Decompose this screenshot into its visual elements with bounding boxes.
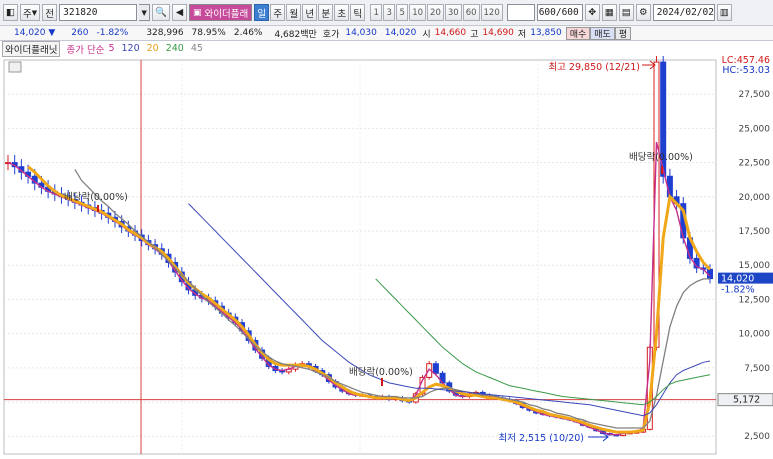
main-toolbar: ◧ 주 ▼ 전 321820 ▼ 🔍 ◀ ▣ 와이더플래 일주월년분초틱 1 3 5 10… — [0, 0, 773, 26]
speaker-icon[interactable]: ◀ — [171, 4, 187, 21]
tab-period-0[interactable]: 일 — [254, 4, 270, 21]
dividend-label-2: 배당락(0.00%) — [349, 366, 413, 378]
change-pct: -1.82% — [96, 28, 129, 38]
calendar-icon[interactable]: ▥ — [716, 4, 732, 21]
change-value: 260 — [71, 28, 89, 38]
low-annotation: 최저 2,515 (10/20) — [498, 433, 584, 444]
search-scope-button[interactable]: 전 — [42, 4, 58, 21]
bid-value: 14,020 — [384, 28, 417, 38]
down-arrow-icon: ▼ — [48, 28, 56, 38]
ma-period-240: 240 — [165, 43, 184, 54]
stock-code-input[interactable]: 321820 — [59, 4, 138, 21]
ma-period-45: 45 — [190, 43, 203, 54]
crosshair-icon[interactable]: ✥ — [584, 4, 600, 21]
chart-svg: 2,5005,0007,50010,00012,50015,00017,5002… — [3, 51, 773, 455]
tab-minute-10[interactable]: 10 — [409, 4, 427, 21]
y-tick-label: 27,500 — [739, 90, 771, 100]
tab-minute-3[interactable]: 3 — [383, 4, 396, 21]
custom-interval-input[interactable] — [506, 4, 535, 21]
open-value: 14,660 — [434, 28, 467, 38]
tab-minute-5[interactable]: 5 — [396, 4, 409, 21]
bar-count-input[interactable]: 600/600 — [536, 4, 583, 21]
high-value: 14,690 — [482, 28, 514, 38]
tab-period-4[interactable]: 분 — [318, 4, 334, 21]
tab-minute-60[interactable]: 60 — [462, 4, 480, 21]
ma-period-120: 120 — [121, 43, 140, 54]
open-label: 시 — [422, 29, 431, 40]
search-icon[interactable]: 🔍 — [152, 4, 170, 21]
turnover-value: 78.95% — [191, 28, 226, 38]
tab-period-1[interactable]: 주 — [270, 4, 286, 21]
eval-button[interactable]: 평 — [614, 26, 632, 40]
tab-minute-120[interactable]: 120 — [480, 4, 503, 21]
hc-label: HC:-53.03 — [722, 65, 770, 76]
y-tick-label: 10,000 — [739, 330, 771, 340]
ma-period-5: 5 — [108, 43, 115, 54]
y-tick-label: 20,000 — [739, 193, 771, 203]
high-label: 고 — [470, 29, 479, 40]
amount-value: 4,682백만 — [274, 29, 317, 40]
chart-type-icon[interactable]: ◧ — [3, 4, 18, 21]
tab-period-5[interactable]: 초 — [334, 4, 350, 21]
stock-name-box[interactable]: ▣ 와이더플래 — [188, 4, 253, 21]
tab-minute-30[interactable]: 30 — [444, 4, 462, 21]
minute-tabs: 1 3 5 10 20 30 60 120 — [370, 4, 503, 21]
period-tabs: 일주월년분초틱 — [254, 4, 366, 21]
period-dropdown-label: 주 — [23, 8, 32, 20]
stock-badge-icon: ▣ — [192, 7, 202, 18]
sell-button[interactable]: 매도 — [590, 26, 615, 40]
price-chart[interactable]: 2,5005,0007,50010,00012,50015,00017,5002… — [0, 51, 773, 456]
settings-icon[interactable]: ⚙ — [635, 4, 651, 21]
low-value: 13,850 — [530, 28, 562, 38]
y-tick-label: 2,500 — [744, 432, 770, 442]
dividend-label-1: 배당락(0.00%) — [64, 191, 128, 203]
grid-icon[interactable]: ▦ — [601, 4, 617, 21]
quote-bar: 14,020 ▼ 260 -1.82% 328,996 78.95% 2.46%… — [0, 26, 773, 41]
legend-stock-name: 와이더플래닛 — [2, 40, 61, 57]
current-price-label: 14,020 — [721, 274, 754, 285]
current-pct-label: -1.82% — [721, 285, 755, 296]
stock-name: 와이더플래 — [204, 8, 249, 20]
period-dropdown[interactable]: 주 ▼ — [20, 4, 41, 21]
y-tick-label: 25,000 — [739, 124, 771, 134]
high-annotation: 최고 29,850 (12/21) — [548, 62, 640, 73]
save-icon[interactable]: ▤ — [618, 4, 634, 21]
table-icon — [8, 61, 22, 73]
y-tick-label: 17,500 — [739, 227, 771, 237]
ma-periods: 5 120 20 240 45 — [104, 43, 203, 54]
ma-period-20: 20 — [146, 43, 159, 54]
tab-minute-1[interactable]: 1 — [370, 4, 383, 21]
date-input[interactable]: 2024/02/02 — [652, 4, 715, 21]
tab-period-3[interactable]: 년 — [302, 4, 318, 21]
candle-body — [666, 175, 673, 198]
vol-pct: 2.46% — [233, 28, 263, 38]
volume-value: 328,996 — [146, 28, 184, 38]
ma-label: 종가 단순 — [66, 44, 105, 56]
y-tick-label: 7,500 — [744, 364, 770, 374]
dividend-label-3: 배당락(0.00%) — [629, 151, 693, 163]
tab-period-2[interactable]: 월 — [286, 4, 302, 21]
code-dropdown-icon[interactable]: ▼ — [139, 4, 151, 21]
tab-period-6[interactable]: 틱 — [350, 4, 366, 21]
buy-button[interactable]: 매수 — [565, 26, 591, 40]
level-label: 5,172 — [733, 395, 760, 406]
y-tick-label: 12,500 — [739, 295, 771, 305]
tab-minute-20[interactable]: 20 — [427, 4, 444, 21]
candle-body — [432, 363, 439, 374]
hoga-label: 호가 — [322, 29, 340, 40]
ask-value: 14,030 — [345, 28, 377, 38]
legend-bar: 와이더플래닛 종가 단순 5 120 20 240 45 — [0, 40, 773, 57]
low-label: 저 — [517, 29, 527, 40]
price-value: 14,020 ▼ — [14, 28, 56, 38]
y-tick-label: 22,500 — [739, 159, 771, 169]
y-tick-label: 15,000 — [739, 261, 771, 271]
